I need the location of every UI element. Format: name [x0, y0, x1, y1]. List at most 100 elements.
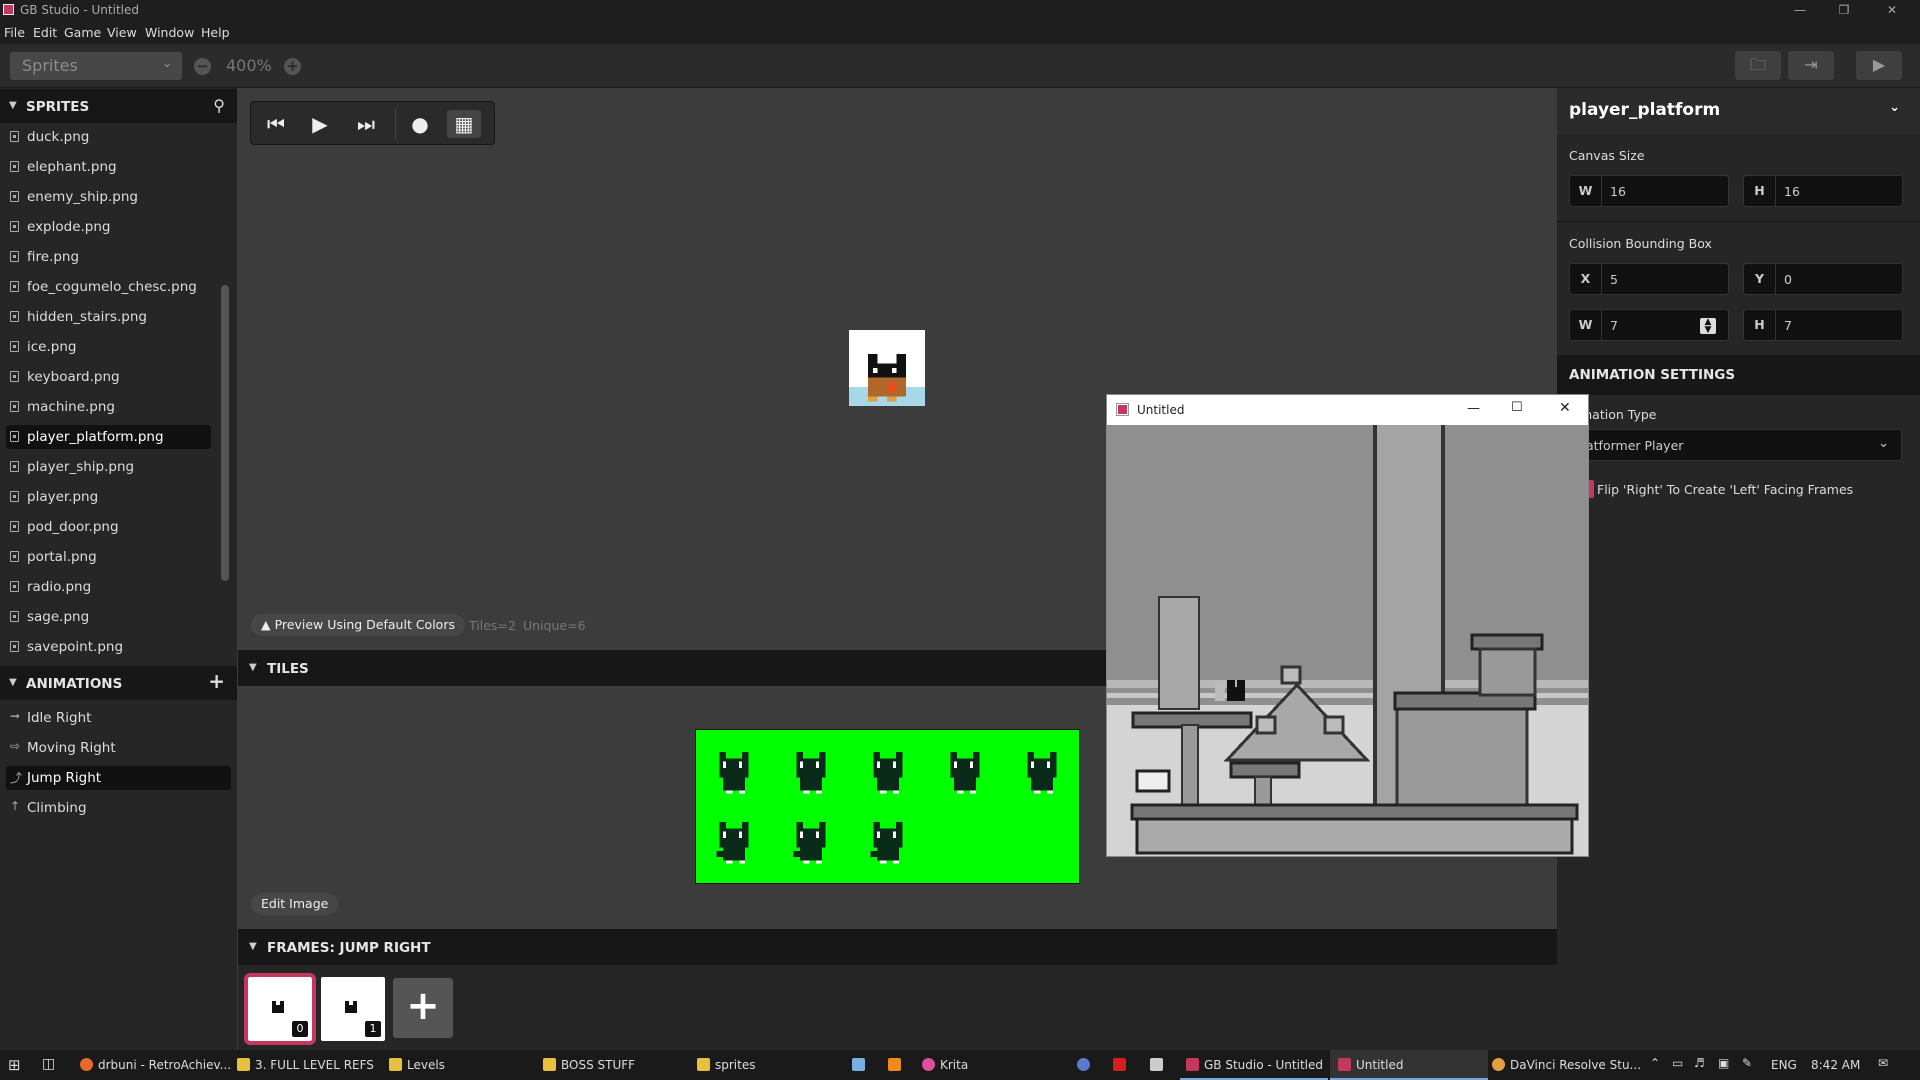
taskbar-app-levels[interactable]: Levels — [407, 1058, 445, 1072]
sprite-file-item[interactable]: keyboard.png — [6, 365, 211, 389]
skip-forward-icon[interactable]: ⏭ — [349, 110, 383, 138]
app-icon[interactable] — [1150, 1058, 1163, 1071]
taskbar-app-boss-stuff[interactable]: BOSS STUFF — [561, 1058, 635, 1072]
search-icon[interactable]: ⚲ — [213, 96, 225, 115]
restore-icon[interactable]: ❐ — [1826, 0, 1862, 22]
edit-image-button[interactable]: Edit Image — [251, 893, 339, 915]
flash-icon[interactable] — [1113, 1058, 1126, 1071]
menu-edit[interactable]: Edit — [33, 25, 57, 40]
stepper-icon[interactable]: ▲ ▼ — [1700, 318, 1716, 335]
animations-section-header[interactable]: ▼ ANIMATIONS + — [0, 666, 237, 700]
animation-item-moving-right[interactable]: ⇨ Moving Right — [6, 736, 231, 760]
animation-item-jump-right[interactable]: ⤴ Jump Right — [6, 766, 231, 790]
sprite-file-item[interactable]: hidden_stairs.png — [6, 305, 211, 329]
sprite-name-header[interactable]: player_platform ⌄ — [1557, 88, 1920, 134]
image-file-icon — [10, 611, 19, 622]
animation-type-value: atformer Player — [1586, 438, 1684, 453]
sidebar-scrollbar[interactable] — [221, 285, 229, 581]
sprite-file-item[interactable]: ice.png — [6, 335, 211, 359]
canvas-height-field[interactable]: H 16 — [1743, 175, 1903, 207]
taskbar-app-davinci[interactable]: DaVinci Resolve Stu... — [1510, 1058, 1641, 1072]
animation-item-idle-right[interactable]: ➞ Idle Right — [6, 706, 231, 730]
frame-number: 0 — [292, 1021, 308, 1037]
zoom-in-button[interactable]: + — [284, 58, 301, 75]
sprite-file-item[interactable]: savepoint.png — [6, 635, 211, 659]
task-view-icon[interactable]: ◫ — [42, 1056, 55, 1072]
add-frame-button[interactable]: + — [393, 978, 453, 1038]
onion-skin-icon[interactable]: ● — [403, 110, 437, 138]
taskbar-app-gb-studio[interactable]: GB Studio - Untitled — [1204, 1058, 1323, 1072]
notifications-icon[interactable]: ✉ — [1878, 1056, 1888, 1070]
frame-thumb-1[interactable]: 1 — [321, 977, 385, 1041]
taskbar-app-sprites[interactable]: sprites — [715, 1058, 755, 1072]
menu-help[interactable]: Help — [201, 25, 230, 40]
sprite-file-item[interactable]: pod_door.png — [6, 515, 211, 539]
vlc-icon[interactable] — [888, 1058, 901, 1071]
pen-icon[interactable]: ✎ — [1742, 1056, 1752, 1070]
minimize-icon[interactable]: — — [1467, 401, 1480, 416]
sprite-file-item[interactable]: foe_cogumelo_chesc.png — [6, 275, 211, 299]
krita-icon — [922, 1058, 935, 1071]
menu-view[interactable]: View — [107, 25, 137, 40]
grid-icon[interactable]: ▦ — [447, 110, 481, 138]
maximize-icon[interactable]: ☐ — [1511, 400, 1523, 415]
menu-file[interactable]: File — [4, 25, 25, 40]
tiles-section-header[interactable]: ▼ TILES — [238, 650, 1108, 686]
frame-thumb-0[interactable]: 0 — [244, 973, 316, 1045]
zoom-out-button[interactable]: − — [194, 58, 211, 75]
taskbar-app-untitled[interactable]: Untitled — [1356, 1058, 1403, 1072]
minimize-icon[interactable]: — — [1782, 0, 1818, 22]
close-icon[interactable]: ✕ — [1559, 400, 1571, 416]
sprite-file-item[interactable]: player.png — [6, 485, 211, 509]
section-dropdown[interactable]: Sprites ⌄ — [10, 52, 182, 80]
field-key: W — [1570, 176, 1602, 206]
add-animation-icon[interactable]: + — [208, 669, 225, 693]
windows-start-icon[interactable]: ⊞ — [8, 1056, 21, 1074]
open-folder-button[interactable]: 🗀 — [1735, 51, 1781, 80]
skip-back-icon[interactable]: ⏮ — [259, 110, 293, 138]
chevron-up-icon[interactable]: ⌃ — [1650, 1056, 1660, 1070]
chevron-down-icon[interactable]: ⌄ — [1889, 100, 1900, 115]
app-icon[interactable] — [1077, 1058, 1090, 1071]
language-indicator[interactable]: ENG — [1771, 1058, 1797, 1072]
taskbar-app-krita[interactable]: Krita — [940, 1058, 968, 1072]
collision-y-field[interactable]: Y0 — [1743, 263, 1903, 295]
volume-icon[interactable]: ♬ — [1694, 1056, 1705, 1070]
animation-settings-header[interactable]: ANIMATION SETTINGS — [1557, 355, 1920, 395]
sprite-file-item[interactable]: elephant.png — [6, 155, 211, 179]
window-title: GB Studio - Untitled — [20, 3, 139, 17]
image-file-icon — [10, 401, 19, 412]
sprite-file-item[interactable]: enemy_ship.png — [6, 185, 211, 209]
tile-cat-sprite — [796, 752, 826, 794]
clock[interactable]: 8:42 AM — [1811, 1058, 1860, 1072]
sprite-file-item[interactable]: player_platform.png — [6, 425, 211, 449]
taskbar-app-full-level-refs[interactable]: 3. FULL LEVEL REFS — [255, 1058, 374, 1072]
close-icon[interactable]: ✕ — [1874, 0, 1910, 22]
collision-x-field[interactable]: X5 — [1569, 263, 1729, 295]
sprites-section-header[interactable]: ▼ SPRITES ⚲ — [0, 89, 237, 123]
keyboard-app-icon[interactable] — [852, 1058, 865, 1071]
bluetooth-icon[interactable]: ▭ — [1672, 1056, 1683, 1070]
export-button[interactable]: ⇥ — [1788, 51, 1834, 80]
collision-h-field[interactable]: H7 — [1743, 309, 1903, 341]
play-icon[interactable]: ▶ — [303, 110, 337, 138]
sprite-file-item[interactable]: sage.png — [6, 605, 211, 629]
menu-window[interactable]: Window — [145, 25, 194, 40]
preview-default-colors-button[interactable]: ▲ Preview Using Default Colors — [251, 614, 465, 636]
frames-section-header[interactable]: ▼ FRAMES: JUMP RIGHT — [238, 929, 1557, 965]
sprite-file-item[interactable]: explode.png — [6, 215, 211, 239]
sprite-file-item[interactable]: radio.png — [6, 575, 211, 599]
collision-w-field[interactable]: W 7 ▲ ▼ — [1569, 309, 1729, 341]
taskbar-app-firefox[interactable]: drbuni - RetroAchiev... — [98, 1058, 231, 1072]
sprite-file-item[interactable]: machine.png — [6, 395, 211, 419]
sprite-file-item[interactable]: player_ship.png — [6, 455, 211, 479]
animation-item-climbing[interactable]: ↑ Climbing — [6, 796, 231, 820]
sprite-file-item[interactable]: portal.png — [6, 545, 211, 569]
menu-game[interactable]: Game — [64, 25, 101, 40]
canvas-width-field[interactable]: W 16 — [1569, 175, 1729, 207]
animation-type-select[interactable]: atformer Player ⌄ — [1577, 429, 1902, 461]
play-button[interactable]: ▶ — [1856, 51, 1902, 80]
sprite-file-item[interactable]: fire.png — [6, 245, 211, 269]
sprite-file-item[interactable]: duck.png — [6, 125, 211, 149]
network-icon[interactable]: ▣ — [1718, 1056, 1729, 1070]
